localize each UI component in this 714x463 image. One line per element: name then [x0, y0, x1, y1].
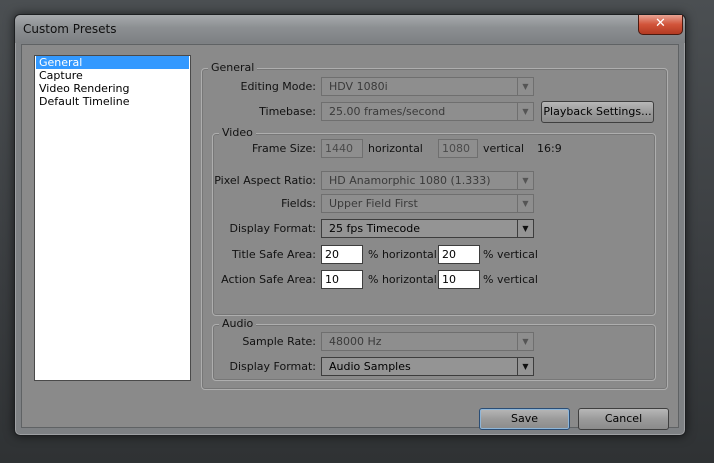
fields-dropdown[interactable]: Upper Field First ▼ [321, 194, 534, 213]
video-display-format-value: 25 fps Timecode [329, 222, 421, 235]
chevron-down-icon: ▼ [517, 172, 533, 189]
editing-mode-dropdown[interactable]: HDV 1080i ▼ [321, 77, 534, 96]
action-safe-area-label: Action Safe Area: [221, 273, 316, 286]
title-safe-area-label: Title Safe Area: [232, 248, 316, 261]
timebase-label: Timebase: [259, 105, 316, 118]
list-item-capture[interactable]: Capture [36, 69, 189, 82]
editing-mode-label: Editing Mode: [240, 80, 317, 93]
action-safe-vertical-unit: % vertical [483, 273, 538, 286]
title-safe-vertical-unit: % vertical [483, 248, 538, 261]
list-item-default-timeline[interactable]: Default Timeline [36, 95, 189, 108]
sample-rate-dropdown[interactable]: 48000 Hz ▼ [321, 332, 534, 351]
chevron-down-icon: ▼ [517, 195, 533, 212]
dialog-client-area: General Capture Video Rendering Default … [21, 44, 679, 430]
chevron-down-icon: ▼ [517, 103, 533, 120]
chevron-down-icon: ▼ [517, 220, 533, 237]
video-group-label: Video [219, 127, 256, 139]
chevron-down-icon: ▼ [517, 78, 533, 95]
timebase-value: 25.00 frames/second [329, 105, 446, 118]
frame-size-label: Frame Size: [251, 142, 316, 155]
cancel-button[interactable]: Cancel [578, 408, 669, 430]
preset-category-list[interactable]: General Capture Video Rendering Default … [34, 55, 191, 381]
chevron-down-icon: ▼ [517, 358, 533, 375]
title-safe-horizontal-unit: % horizontal [368, 248, 437, 261]
video-display-format-dropdown[interactable]: 25 fps Timecode ▼ [321, 219, 534, 238]
title-bar[interactable]: Custom Presets ✕ [15, 15, 685, 43]
frame-width-field[interactable]: 1440 [321, 139, 363, 158]
general-group-label: General [208, 62, 258, 74]
fields-value: Upper Field First [329, 197, 418, 210]
title-safe-vertical-field[interactable]: 20 [438, 245, 480, 264]
playback-settings-button[interactable]: Playback Settings... [541, 101, 654, 123]
close-button[interactable]: ✕ [638, 15, 683, 35]
fields-label: Fields: [281, 197, 316, 210]
video-display-format-label: Display Format: [229, 222, 316, 235]
audio-display-format-value: Audio Samples [329, 360, 411, 373]
window-title: Custom Presets [23, 22, 117, 36]
action-safe-vertical-field[interactable]: 10 [438, 270, 480, 289]
frame-aspect-ratio: 16:9 [537, 142, 562, 155]
editing-mode-value: HDV 1080i [329, 80, 388, 93]
sample-rate-label: Sample Rate: [242, 335, 316, 348]
close-icon: ✕ [655, 16, 666, 31]
audio-display-format-dropdown[interactable]: Audio Samples ▼ [321, 357, 534, 376]
frame-height-unit-label: vertical [483, 142, 525, 155]
pixel-aspect-ratio-value: HD Anamorphic 1080 (1.333) [329, 174, 491, 187]
timebase-dropdown[interactable]: 25.00 frames/second ▼ [321, 102, 534, 121]
audio-display-format-label: Display Format: [229, 360, 316, 373]
list-item-general[interactable]: General [36, 56, 189, 69]
save-button[interactable]: Save [479, 408, 570, 430]
frame-width-unit-label: horizontal [368, 142, 423, 155]
audio-group-label: Audio [219, 318, 257, 330]
pixel-aspect-ratio-label: Pixel Aspect Ratio: [214, 174, 316, 187]
list-item-video-rendering[interactable]: Video Rendering [36, 82, 189, 95]
sample-rate-value: 48000 Hz [329, 335, 382, 348]
chevron-down-icon: ▼ [517, 333, 533, 350]
action-safe-horizontal-field[interactable]: 10 [321, 270, 363, 289]
title-safe-horizontal-field[interactable]: 20 [321, 245, 363, 264]
custom-presets-dialog: Custom Presets ✕ General Capture Video R… [14, 14, 686, 436]
action-safe-horizontal-unit: % horizontal [368, 273, 437, 286]
frame-height-field[interactable]: 1080 [438, 139, 478, 158]
pixel-aspect-ratio-dropdown[interactable]: HD Anamorphic 1080 (1.333) ▼ [321, 171, 534, 190]
